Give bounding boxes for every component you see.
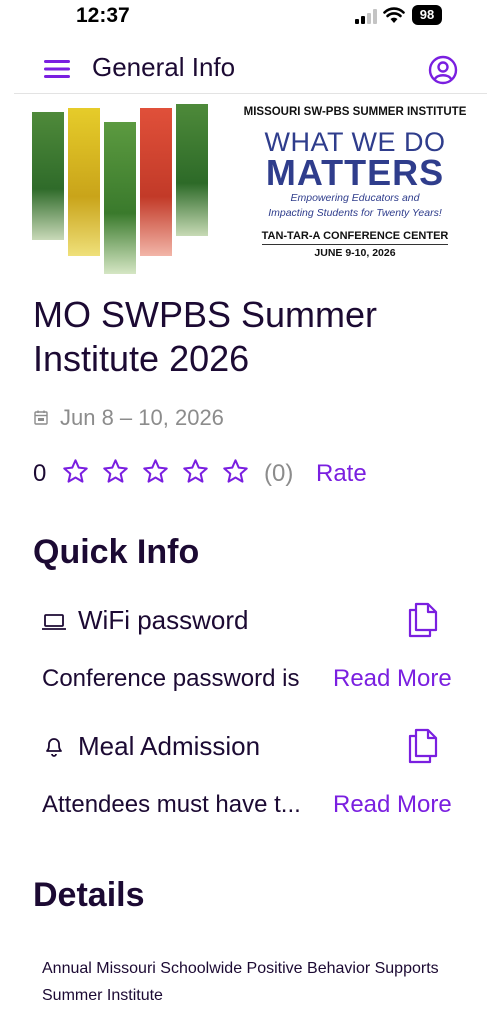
battery-indicator: 98 [412,5,442,25]
banner-photo-strip-yellow [68,108,100,256]
meal-admission-label: Meal Admission [78,731,261,761]
calendar-icon [34,410,48,425]
meal-admission-text: Attendees must have t... [42,791,301,818]
star-icon[interactable] [142,458,169,485]
banner-photo-strip-green [32,112,64,240]
status-time: 12:37 [76,4,130,27]
star-icon[interactable] [62,458,89,485]
wifi-read-more-link[interactable]: Read More [333,665,452,693]
banner-date: JUNE 9-10, 2026 [314,247,396,259]
event-date: Jun 8 – 10, 2026 [60,405,224,430]
star-icon[interactable] [222,458,249,485]
banner-text: MISSOURI SW-PBS SUMMER INSTITUTE WHAT WE… [242,106,468,259]
banner-venue: TAN-TAR-A CONFERENCE CENTER [261,230,449,245]
profile-icon[interactable] [428,55,458,85]
bell-icon [46,738,62,757]
star-icon[interactable] [182,458,209,485]
laptop-icon [42,614,66,630]
copy-icon[interactable] [404,600,442,640]
rating-count: (0) [264,460,294,487]
details-text: Annual Missouri Schoolwide Positive Beha… [42,960,439,1004]
banner-photo-strip-green-3 [176,104,208,236]
details-heading: Details [33,876,145,914]
rating-value: 0 [33,460,47,487]
menu-icon[interactable] [44,58,70,80]
banner-headline-2: MATTERS [265,152,445,193]
header-divider [14,93,487,94]
wifi-password-text: Conference password is [42,665,300,692]
quick-info-heading: Quick Info [33,533,200,571]
rate-button[interactable]: Rate [316,460,367,488]
banner-tagline-2: Impacting Students for Twenty Years! [268,207,442,219]
event-title: MO SWPBS Summer Institute 2026 [33,294,378,379]
banner-photo-strip-red [140,108,172,256]
page-title: General Info [92,52,236,82]
banner-institute: MISSOURI SW-PBS SUMMER INSTITUTE [243,106,467,118]
wifi-password-label: WiFi password [78,605,249,635]
banner-photo-strip-green-2 [104,122,136,274]
copy-icon[interactable] [404,726,442,766]
wifi-icon [383,7,405,23]
signal-icon [355,9,377,24]
meal-read-more-link[interactable]: Read More [333,791,452,819]
star-icon[interactable] [102,458,129,485]
banner-tagline-1: Empowering Educators and [290,192,420,204]
event-banner: MISSOURI SW-PBS SUMMER INSTITUTE WHAT WE… [30,100,470,276]
